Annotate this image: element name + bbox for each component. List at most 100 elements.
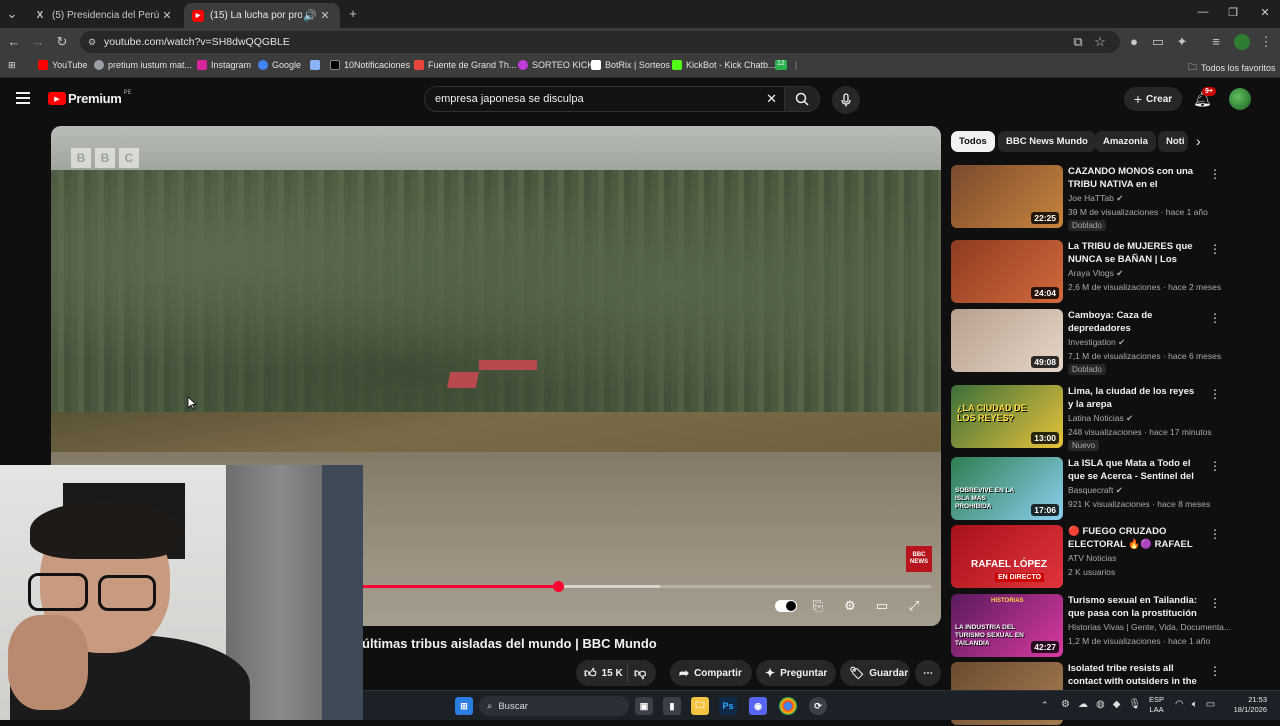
recommendation-title[interactable]: La TRIBU de MUJERES que NUNCA se BAÑAN |… xyxy=(1068,240,1200,266)
bookmark-kickbot[interactable]: KickBot - Kick Chatb... xyxy=(672,60,776,70)
network-volume-group[interactable]: ◠ 🔈︎ ▭ xyxy=(1175,699,1215,710)
extension-icon[interactable]: ▭ xyxy=(1150,34,1166,50)
window-close-icon[interactable]: ✕ xyxy=(1250,6,1280,19)
speaker-icon[interactable]: 🔊 xyxy=(302,9,318,22)
taskbar-search[interactable]: ⌕ Buscar xyxy=(479,696,629,716)
extension-icon[interactable]: ● xyxy=(1126,34,1142,50)
video-thumbnail[interactable]: 13:00 ¿LA CIUDAD DE LOS REYES? xyxy=(951,385,1063,448)
language-indicator[interactable]: ESP LAA xyxy=(1149,695,1164,715)
all-favorites-folder[interactable]: 🗀 Todos los favoritos xyxy=(1188,60,1276,76)
recommendation-title[interactable]: Turismo sexual en Tailandia: que pasa co… xyxy=(1068,594,1200,620)
progress-bar[interactable] xyxy=(361,581,931,592)
channel-name[interactable]: Basquecraft ✔ xyxy=(1068,485,1123,496)
recommendation-card[interactable]: 17:06 SOBREVIVE EN LA ISLA MAS PROHIBIDA L… xyxy=(951,457,1221,521)
channel-name[interactable]: ATV Noticias xyxy=(1068,553,1117,563)
minimize-icon[interactable]: — xyxy=(1188,6,1218,18)
profile-avatar[interactable] xyxy=(1234,34,1250,50)
recommendation-title[interactable]: Lima, la ciudad de los reyes y la arepa xyxy=(1068,385,1200,411)
recommendation-title[interactable]: 🔴 FUEGO CRUZADO ELECTORAL 🔥🟣 RAFAEL ... xyxy=(1068,525,1200,551)
recommendation-card[interactable]: 13:00 ¿LA CIUDAD DE LOS REYES? Lima, la ci… xyxy=(951,385,1221,451)
recommendation-title[interactable]: Camboya: Caza de depredadores xyxy=(1068,309,1200,335)
more-vertical-icon[interactable]: ⋮ xyxy=(1209,167,1221,181)
reload-icon[interactable]: ↻ xyxy=(54,34,70,50)
search-input[interactable]: empresa japonesa se disculpa ✕ xyxy=(424,86,788,112)
dislike-button[interactable]: 👎︎ xyxy=(628,666,646,681)
forward-icon[interactable]: → xyxy=(30,34,46,50)
notifications-bell-button[interactable]: 🔔︎ 9+ xyxy=(1193,87,1216,109)
ask-button[interactable]: ✦ Preguntar xyxy=(756,660,836,686)
recommendation-title[interactable]: Isolated tribe resists all contact with … xyxy=(1068,662,1200,688)
system-tray[interactable]: ⚙ ☁ ◍ ◆ 🎙︎ xyxy=(1061,699,1141,710)
chip-noticias[interactable]: Noti xyxy=(1158,131,1188,152)
tab-search-icon[interactable]: ⌄ xyxy=(4,6,20,22)
channel-name[interactable]: Historias Vivas | Gente, Vida, Documenta… xyxy=(1068,622,1231,632)
chip-todos[interactable]: Todos xyxy=(951,131,995,152)
bookmark-google[interactable]: Google xyxy=(258,60,301,70)
video-thumbnail[interactable]: 17:06 SOBREVIVE EN LA ISLA MAS PROHIBIDA xyxy=(951,457,1063,520)
settings-gear-icon[interactable]: ⚙ xyxy=(839,598,861,616)
miniplayer-icon[interactable]: ▭ xyxy=(871,598,893,616)
tab-presidencia[interactable]: X (5) Presidencia del Perú 🇵🇪 (@p ✕ xyxy=(26,3,182,28)
channel-name[interactable]: Joe HaTTab ✔ xyxy=(1068,193,1123,204)
reading-list-icon[interactable]: ≡ xyxy=(1208,34,1224,50)
bookmark-instagram[interactable]: Instagram xyxy=(197,60,251,70)
clear-search-icon[interactable]: ✕ xyxy=(766,91,777,107)
bookmark-youtube[interactable]: YouTube xyxy=(38,60,87,70)
chrome-icon[interactable] xyxy=(779,697,797,715)
bookmark-grand-theft[interactable]: Fuente de Grand Th... xyxy=(414,60,516,70)
photoshop-icon[interactable]: Ps xyxy=(719,697,737,715)
recommendation-card[interactable]: 49:08 Camboya: Caza de depredadores Invest… xyxy=(951,309,1221,375)
more-vertical-icon[interactable]: ⋮ xyxy=(1209,387,1221,401)
video-thumbnail[interactable]: 24:04 xyxy=(951,240,1063,303)
site-info-icon[interactable]: ⚙ xyxy=(88,37,96,48)
video-thumbnail[interactable]: RAFAEL LÓPEZ EN DIRECTO xyxy=(951,525,1063,588)
recommendation-card[interactable]: 22:25 CAZANDO MONOS con una TRIBU NATIVA … xyxy=(951,165,1221,231)
bookmark-12[interactable]: 12 | xyxy=(775,60,797,70)
back-icon[interactable]: ← xyxy=(6,34,22,50)
voice-search-button[interactable] xyxy=(832,86,860,114)
clock[interactable]: 21:53 18/1/2026 xyxy=(1225,695,1267,715)
address-bar[interactable]: ⚙ youtube.com/watch?v=SH8dwQQGBLE xyxy=(80,31,1120,53)
extensions-puzzle-icon[interactable]: ✦ xyxy=(1174,34,1190,50)
more-vertical-icon[interactable]: ⋮ xyxy=(1209,311,1221,325)
apps-grid-icon[interactable]: ⊞ xyxy=(8,60,16,71)
video-thumbnail[interactable]: 49:08 xyxy=(951,309,1063,372)
app-icon[interactable]: ⟳ xyxy=(809,697,827,715)
more-vertical-icon[interactable]: ⋮ xyxy=(1209,459,1221,473)
file-explorer-icon[interactable]: 🗀 xyxy=(691,697,709,715)
bookmark-sorteo-kick[interactable]: SORTEO KICK xyxy=(518,60,593,70)
bookmark-botrix[interactable]: BotRix | Sorteos xyxy=(591,60,670,70)
like-button[interactable]: 👍︎ 15 K xyxy=(576,664,628,682)
youtube-premium-logo[interactable]: ▶ Premium PE xyxy=(48,90,132,106)
more-vertical-icon[interactable]: ⋮ xyxy=(1209,527,1221,541)
more-vertical-icon[interactable]: ⋮ xyxy=(1209,596,1221,610)
video-thumbnail[interactable]: 42:27 HISTORIAS LA INDUSTRIA DEL TURISMO S… xyxy=(951,594,1063,657)
subtitles-icon[interactable]: ⎘ xyxy=(807,598,829,616)
chevron-right-icon[interactable]: › xyxy=(1196,133,1201,149)
autoplay-toggle[interactable] xyxy=(775,600,797,612)
save-button[interactable]: 🏷︎ Guardar xyxy=(840,660,910,686)
windows-start-icon[interactable]: ⊞ xyxy=(455,697,473,715)
tab-youtube-video[interactable]: ▶ (15) La lucha por proteger a 🔊 ✕ xyxy=(184,3,340,28)
share-button[interactable]: ➦ Compartir xyxy=(670,660,752,686)
install-app-icon[interactable]: ⧉ xyxy=(1070,34,1086,50)
bookmark-star-icon[interactable]: ☆ xyxy=(1092,34,1108,50)
close-tab-icon[interactable]: ✕ xyxy=(160,9,174,22)
bookmark-unnamed[interactable] xyxy=(310,60,324,70)
recommendation-card[interactable]: RAFAEL LÓPEZ EN DIRECTO 🔴 FUEGO CRUZADO EL… xyxy=(951,525,1221,589)
chip-bbc-news-mundo[interactable]: BBC News Mundo xyxy=(998,131,1096,152)
create-button[interactable]: + Crear xyxy=(1124,87,1182,111)
discord-icon[interactable]: ◉ xyxy=(749,697,767,715)
app-icon[interactable]: ▮ xyxy=(663,697,681,715)
channel-name[interactable]: Araya Vlogs ✔ xyxy=(1068,268,1123,279)
recommendation-card[interactable]: 42:27 HISTORIAS LA INDUSTRIA DEL TURISMO S… xyxy=(951,594,1231,658)
chevron-up-icon[interactable]: ⌃ xyxy=(1041,700,1049,711)
recommendation-card[interactable]: 24:04 La TRIBU de MUJERES que NUNCA se BA… xyxy=(951,240,1221,304)
more-vertical-icon[interactable]: ⋮ xyxy=(1209,664,1221,678)
more-vertical-icon[interactable]: ⋮ xyxy=(1209,242,1221,256)
search-button[interactable] xyxy=(784,86,820,112)
close-tab-icon[interactable]: ✕ xyxy=(318,9,332,22)
channel-name[interactable]: Latina Noticias ✔ xyxy=(1068,413,1133,424)
account-avatar[interactable] xyxy=(1229,88,1251,110)
video-thumbnail[interactable]: 22:25 xyxy=(951,165,1063,228)
